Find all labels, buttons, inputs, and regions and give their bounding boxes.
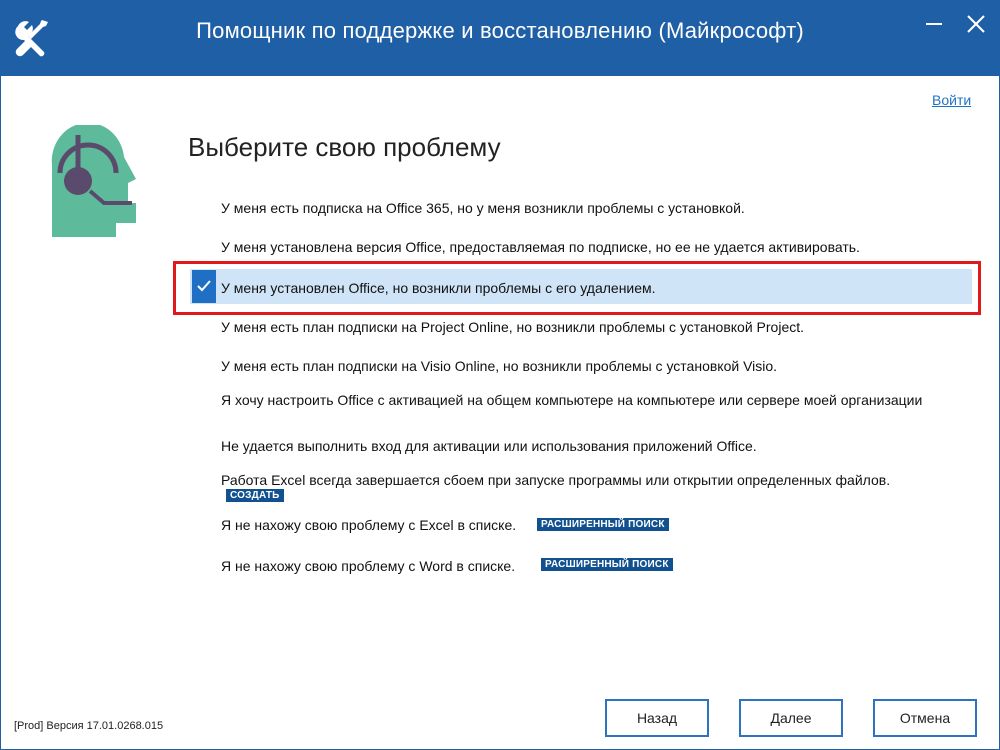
support-agent-icon (51, 125, 136, 237)
selected-checkbox[interactable] (192, 270, 216, 303)
signin-link[interactable]: Войти (932, 92, 971, 108)
checkmark-icon (197, 280, 211, 292)
page-title: Выберите свою проблему (188, 132, 501, 162)
create-badge[interactable]: СОЗДАТЬ (226, 489, 284, 502)
back-button[interactable]: Назад (605, 699, 709, 737)
option-excel-not-listed[interactable]: Я не нахожу свою проблему с Excel в спис… (221, 517, 516, 533)
close-button[interactable] (956, 6, 996, 42)
option-visio-online[interactable]: У меня есть план подписки на Visio Onlin… (221, 358, 777, 374)
advanced-search-word-badge[interactable]: РАСШИРЕННЫЙ ПОИСК (541, 558, 673, 571)
option-uninstall[interactable]: У меня установлен Office, но возникли пр… (221, 280, 656, 296)
app-window (0, 0, 1000, 750)
window-title: Помощник по поддержке и восстановлению (… (196, 18, 804, 43)
minimize-icon (926, 23, 942, 25)
option-signin-activation[interactable]: Не удается выполнить вход для активации … (221, 438, 757, 454)
version-label: [Prod] Версия 17.01.0268.015 (14, 720, 164, 732)
minimize-button[interactable] (914, 6, 954, 42)
close-icon (967, 15, 985, 33)
option-shared-computer[interactable]: Я хочу настроить Office с активацией на … (221, 392, 922, 408)
option-activation[interactable]: У меня установлена версия Office, предос… (221, 239, 860, 255)
option-word-not-listed[interactable]: Я не нахожу свою проблему с Word в списк… (221, 558, 515, 574)
option-office365-install[interactable]: У меня есть подписка на Office 365, но у… (221, 200, 745, 216)
next-button[interactable]: Далее (739, 699, 843, 737)
title-bar: Помощник по поддержке и восстановлению (… (0, 0, 1000, 76)
cancel-button[interactable]: Отмена (873, 699, 977, 737)
option-excel-crash[interactable]: Работа Excel всегда завершается сбоем пр… (221, 472, 890, 488)
option-project-online[interactable]: У меня есть план подписки на Project Onl… (221, 319, 804, 335)
advanced-search-excel-badge[interactable]: РАСШИРЕННЫЙ ПОИСК (537, 518, 669, 531)
